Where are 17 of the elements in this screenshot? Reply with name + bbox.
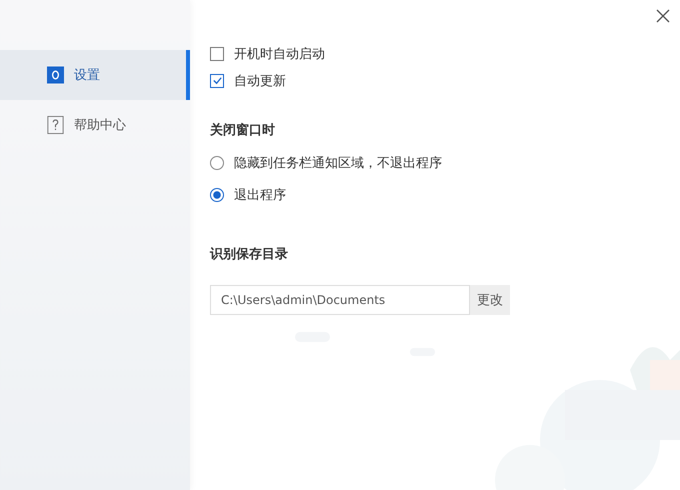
section-heading: 识别保存目录: [210, 246, 288, 263]
help-icon: [47, 116, 64, 134]
change-button[interactable]: 更改: [470, 285, 510, 315]
sidebar-item[interactable]: 设置: [0, 50, 190, 100]
folder-path-field[interactable]: C:\Users\admin\Documents: [210, 285, 470, 315]
sidebar-item[interactable]: 帮助中心: [0, 100, 190, 150]
radio-button[interactable]: [210, 156, 224, 170]
checkbox-option[interactable]: 自动更新: [210, 67, 286, 94]
radio-option[interactable]: 退出程序: [210, 179, 286, 211]
settings-icon: [47, 66, 64, 84]
checkbox[interactable]: [210, 46, 224, 60]
section-heading: 关闭窗口时: [210, 122, 275, 139]
checkbox[interactable]: [210, 74, 224, 88]
checkbox-option[interactable]: 开机时自动启动: [210, 40, 325, 67]
close-icon[interactable]: [656, 9, 670, 23]
radio-option[interactable]: 隐藏到任务栏通知区域，不退出程序: [210, 147, 442, 179]
radio-button[interactable]: [210, 188, 224, 202]
